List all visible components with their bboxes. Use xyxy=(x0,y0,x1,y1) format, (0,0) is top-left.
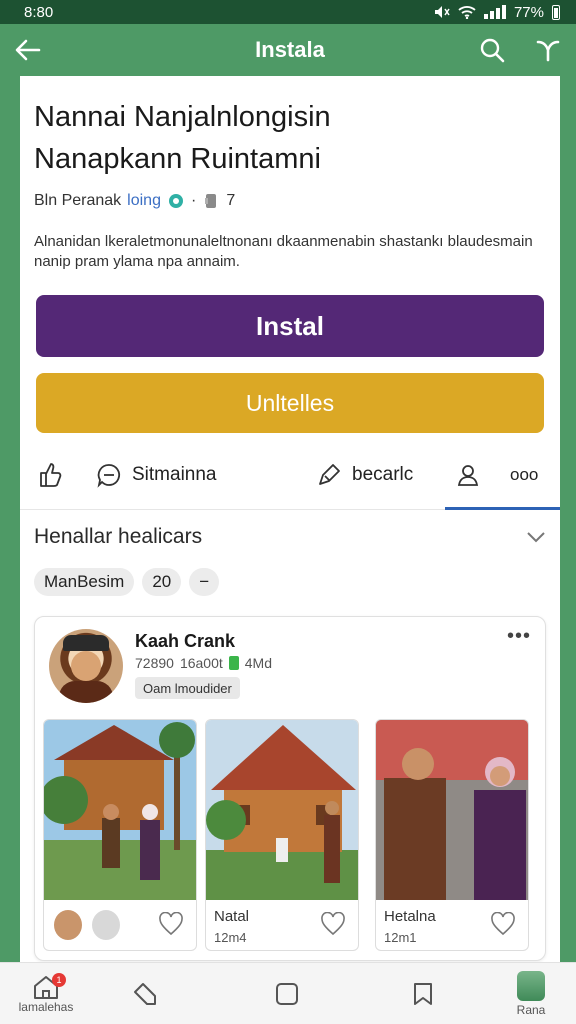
back-button[interactable] xyxy=(0,24,56,76)
search-button[interactable] xyxy=(464,24,520,76)
status-time: 8:80 xyxy=(24,3,54,21)
label-icon xyxy=(134,983,156,1005)
review-action[interactable]: Sitmainna xyxy=(96,444,217,506)
nav-tag[interactable] xyxy=(110,963,180,1024)
action-row: Sitmainna becarlc ooo xyxy=(20,444,560,510)
post-meta-a: 72890 xyxy=(135,655,174,671)
back-arrow-icon xyxy=(15,39,41,61)
app-title: Nannai Nanjalnlongisin Nanapkann Ruintam… xyxy=(34,96,534,180)
post-card: Kaah Crank 72890 16a00t 4Md Oam lmoudide… xyxy=(34,616,546,961)
status-dot-icon xyxy=(228,656,239,670)
rating-separator: · xyxy=(190,192,197,209)
mini-avatar xyxy=(90,908,122,942)
updates-button[interactable]: Unltelles xyxy=(36,373,544,433)
photo-subtitle: 12m4 xyxy=(214,930,247,945)
nav-home-label: lamalehas xyxy=(18,1000,74,1014)
heart-icon[interactable] xyxy=(490,912,516,936)
mute-icon xyxy=(434,6,450,18)
notification-badge: 1 xyxy=(52,973,66,987)
profile-action[interactable] xyxy=(456,444,480,506)
like-button[interactable] xyxy=(38,444,62,506)
app-description: Alnanidan lkeraletmonunaleltnonanı dkaan… xyxy=(34,233,533,270)
photo-card[interactable] xyxy=(43,719,197,951)
nav-bookmark[interactable] xyxy=(388,963,458,1024)
tag-icon xyxy=(319,464,340,485)
device-icon xyxy=(205,194,217,208)
post-avatar[interactable] xyxy=(49,629,123,703)
nav-profile[interactable]: Rana xyxy=(496,963,566,1024)
review-action-label: Sitmainna xyxy=(132,464,217,485)
status-bar: 8:80 77% xyxy=(0,0,576,24)
photo-subtitle: 12m1 xyxy=(384,930,417,945)
photo-caption: Natal xyxy=(214,908,250,925)
active-tab-indicator xyxy=(445,507,560,510)
square-icon xyxy=(276,983,298,1005)
share-button[interactable] xyxy=(520,24,576,76)
developer-accent[interactable]: loing xyxy=(127,192,161,210)
app-title-line1: Nannai Nanjalnlongisin xyxy=(34,101,331,133)
bookmark-icon xyxy=(414,983,432,1005)
rating-count: 7 xyxy=(226,192,236,209)
status-icons: 77% xyxy=(434,4,560,21)
section-title: Henallar healicars xyxy=(34,525,203,548)
nav-square[interactable] xyxy=(252,963,322,1024)
search-icon xyxy=(480,38,505,63)
filter-chips: ManBesim 20 − xyxy=(34,568,220,596)
person-icon xyxy=(457,465,479,486)
battery-percent: 77% xyxy=(513,3,544,21)
more-action-label: ooo xyxy=(510,465,539,484)
nav-home[interactable]: lamalehas 1 xyxy=(6,963,86,1024)
install-button[interactable]: Instal xyxy=(36,295,544,357)
page-title: Instala xyxy=(255,37,325,62)
bottom-navigation: lamalehas 1 Rana xyxy=(0,962,576,1024)
post-meta-b: 16a00t xyxy=(179,655,223,671)
battery-icon xyxy=(552,4,560,20)
edit-action[interactable]: becarlc xyxy=(316,444,413,506)
wifi-icon xyxy=(458,6,476,19)
edit-action-label: becarlc xyxy=(352,464,414,485)
post-author-name[interactable]: Kaah Crank xyxy=(135,631,235,652)
post-meta-c: 4Md xyxy=(244,655,272,671)
thumb-icon xyxy=(40,463,62,487)
photo-caption: Hetalna xyxy=(384,908,436,925)
developer-name[interactable]: Bln Peranak xyxy=(34,192,121,210)
post-meta: 72890 16a00t 4Md xyxy=(135,655,272,671)
chip[interactable]: − xyxy=(189,568,220,596)
photo-card[interactable]: Hetalna 12m1 xyxy=(375,719,529,951)
more-options-icon[interactable]: ••• xyxy=(507,625,531,648)
post-tag: Oam lmoudider xyxy=(135,677,240,699)
photo-image xyxy=(206,720,358,900)
section-header[interactable]: Henallar healicars xyxy=(34,522,546,552)
share-icon xyxy=(536,40,560,62)
photo-image xyxy=(376,720,528,900)
more-action[interactable]: ooo xyxy=(510,444,538,506)
photo-card[interactable]: Natal 12m4 xyxy=(205,719,359,951)
settings-badge-icon xyxy=(168,194,183,208)
profile-avatar xyxy=(517,971,545,1001)
app-title-line2: Nanapkann Ruintamni xyxy=(34,143,321,175)
app-bar: Instala xyxy=(0,24,576,76)
chip[interactable]: ManBesim xyxy=(34,568,135,596)
developer-line: Bln Peranak loing · 7 xyxy=(34,192,235,210)
photo-image xyxy=(44,720,196,900)
signal-icon xyxy=(483,5,506,19)
chip[interactable]: 20 xyxy=(142,568,182,596)
chevron-down-icon xyxy=(527,532,545,543)
heart-icon[interactable] xyxy=(158,912,184,936)
mini-avatar xyxy=(52,908,84,942)
app-detail-card: Nannai Nanjalnlongisin Nanapkann Ruintam… xyxy=(20,76,560,1024)
heart-icon[interactable] xyxy=(320,912,346,936)
comment-icon xyxy=(97,464,121,488)
nav-profile-label: Rana xyxy=(516,1003,546,1017)
